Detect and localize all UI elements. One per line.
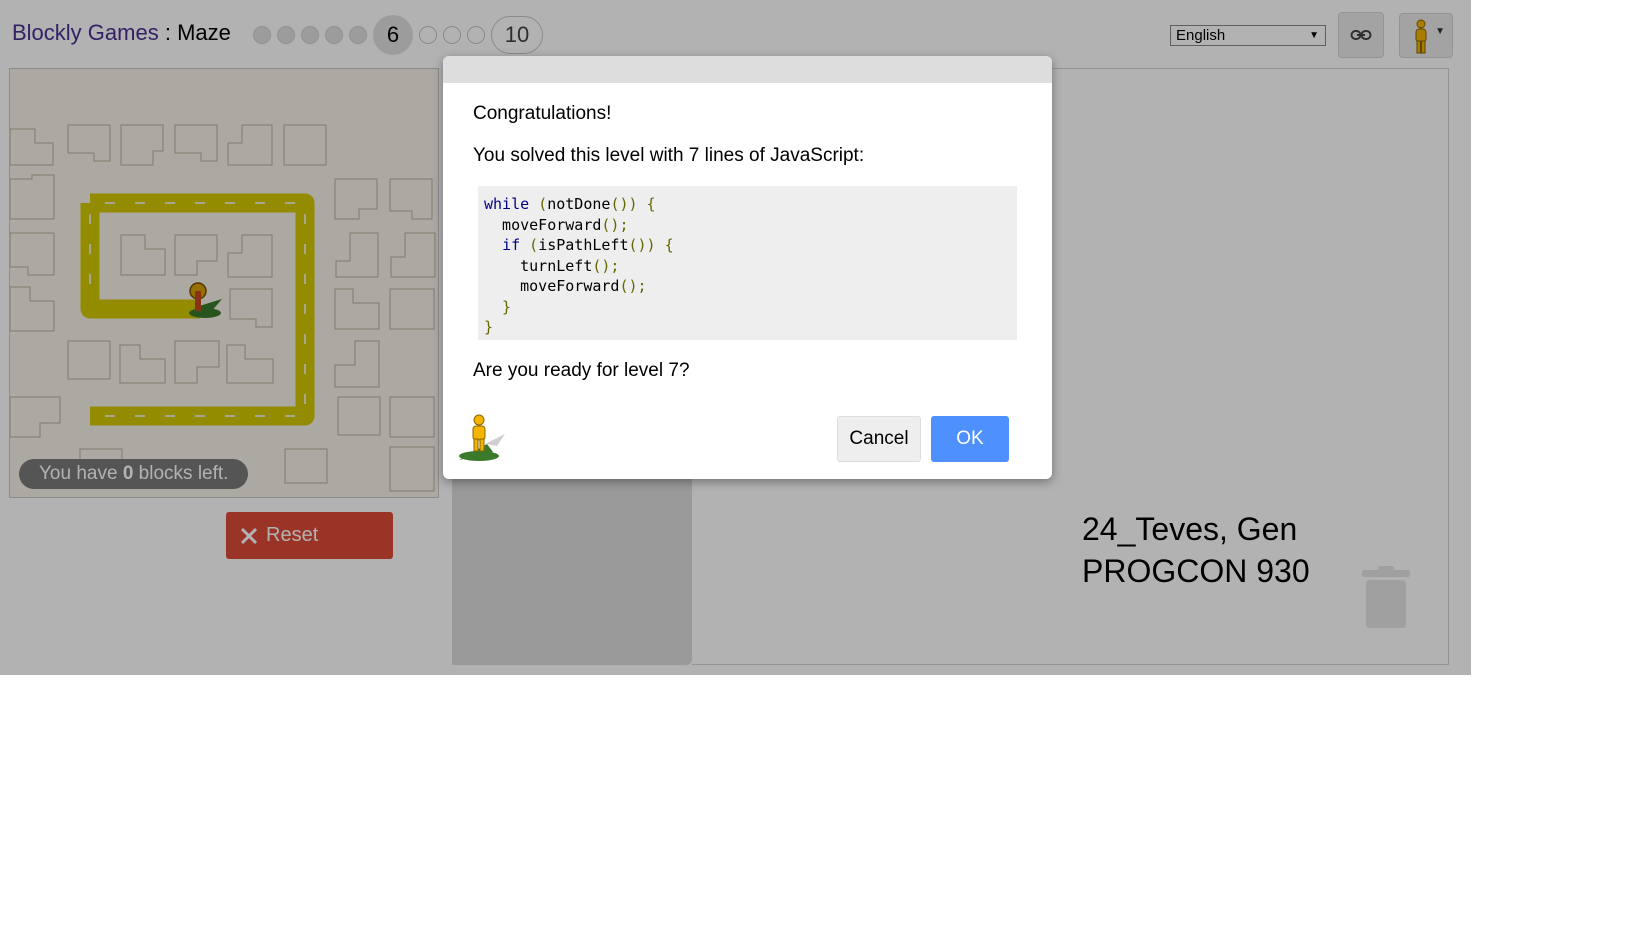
dialog-congrats-text: Congratulations! (473, 103, 612, 124)
dialog-ready-text: Are you ready for level 7? (473, 360, 690, 381)
code-line: if (isPathLeft()) { (502, 236, 674, 254)
course-code: PROGCON 930 (1082, 553, 1310, 589)
student-caption: 24_Teves, Gen PROGCON 930 (1082, 508, 1310, 592)
code-line: } (484, 318, 494, 336)
code-line: while (notDone()) { (484, 195, 656, 213)
ok-button[interactable]: OK (931, 416, 1009, 462)
code-line: } (484, 297, 512, 316)
code-line: moveForward(); (484, 215, 629, 234)
dialog-header (443, 56, 1052, 83)
pegman-icon (459, 414, 505, 461)
student-name: 24_Teves, Gen (1082, 511, 1298, 547)
code-line: moveForward(); (484, 277, 647, 295)
dialog-solved-text: You solved this level with 7 lines of Ja… (473, 145, 865, 166)
congrats-dialog: Congratulations! You solved this level w… (443, 56, 1052, 479)
code-block: while (notDone()) { moveForward(); if (i… (478, 186, 1017, 340)
code-line: turnLeft(); (484, 256, 620, 275)
cancel-button[interactable]: Cancel (837, 416, 921, 462)
